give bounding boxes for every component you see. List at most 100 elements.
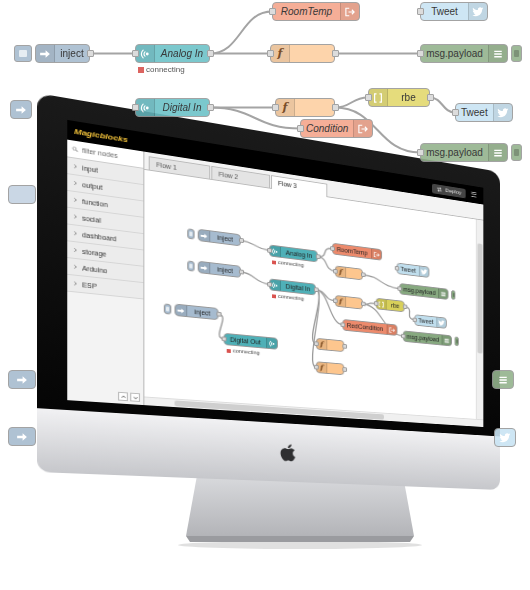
flow-node[interactable]: inject bbox=[198, 229, 241, 247]
output-port[interactable] bbox=[207, 50, 214, 57]
output-port[interactable] bbox=[402, 304, 406, 309]
flow-node[interactable]: Tweet bbox=[414, 314, 446, 329]
input-port[interactable] bbox=[267, 282, 272, 287]
flow-node[interactable]: f bbox=[335, 295, 363, 310]
output-port[interactable] bbox=[238, 269, 243, 274]
node-label: Tweet bbox=[421, 3, 468, 20]
inject-button[interactable] bbox=[164, 303, 171, 314]
debug-toggle-button[interactable] bbox=[511, 45, 522, 62]
expand-button[interactable] bbox=[130, 393, 140, 402]
input-port[interactable] bbox=[313, 341, 318, 346]
flow-node[interactable]: RoomTemp bbox=[272, 2, 360, 21]
output-port[interactable] bbox=[332, 50, 339, 57]
flow-node[interactable]: Tweet bbox=[397, 263, 430, 278]
output-port[interactable] bbox=[361, 272, 366, 277]
flow-node[interactable]: msg.payload bbox=[399, 283, 449, 300]
flow-node[interactable]: Analog Inconnecting bbox=[135, 44, 210, 63]
flow-node[interactable]: Tweet bbox=[420, 2, 488, 21]
flow-node[interactable]: msg.payload bbox=[403, 330, 452, 346]
node-stub[interactable] bbox=[10, 100, 32, 119]
flow-node[interactable]: Digital In bbox=[135, 98, 210, 117]
input-port[interactable] bbox=[132, 104, 139, 111]
input-port[interactable] bbox=[269, 8, 276, 15]
flow-node[interactable]: inject bbox=[175, 304, 219, 321]
flow-node[interactable]: RoomTemp bbox=[332, 243, 382, 261]
debug-toggle-button[interactable] bbox=[455, 337, 459, 347]
output-port[interactable] bbox=[87, 50, 94, 57]
node-stub[interactable] bbox=[492, 370, 514, 389]
input-port[interactable] bbox=[340, 322, 345, 327]
input-port[interactable] bbox=[417, 8, 424, 15]
flow-node[interactable]: Analog Inconnecting bbox=[269, 244, 318, 262]
flow-node[interactable]: msg.payload bbox=[420, 44, 508, 63]
flow-node[interactable]: inject bbox=[198, 261, 241, 278]
output-port[interactable] bbox=[216, 312, 221, 317]
node-stub[interactable] bbox=[8, 185, 36, 204]
input-port[interactable] bbox=[313, 365, 318, 370]
flow-node[interactable]: Digital Inconnecting bbox=[269, 278, 316, 295]
input-port[interactable] bbox=[412, 317, 416, 322]
flow-node[interactable]: inject bbox=[35, 44, 90, 63]
node-stub[interactable] bbox=[8, 427, 36, 446]
icon-part bbox=[201, 265, 208, 270]
flow-node[interactable]: f bbox=[275, 98, 335, 117]
chevron-up-icon bbox=[120, 393, 127, 399]
button-face bbox=[514, 50, 518, 57]
antenna-icon bbox=[136, 99, 155, 116]
collapse-button[interactable] bbox=[118, 392, 128, 401]
icon-part bbox=[438, 320, 444, 326]
inject-button[interactable] bbox=[14, 45, 32, 62]
input-port[interactable] bbox=[221, 336, 226, 341]
debug-toggle-button[interactable] bbox=[511, 144, 522, 161]
input-port[interactable] bbox=[267, 50, 274, 57]
input-port[interactable] bbox=[373, 301, 378, 306]
input-port[interactable] bbox=[397, 286, 401, 291]
output-port[interactable] bbox=[427, 94, 434, 101]
flow-node[interactable]: rbe bbox=[376, 298, 405, 313]
twitter-bird-icon-graphic bbox=[497, 107, 509, 119]
vertical-scrollbar[interactable] bbox=[476, 219, 484, 419]
scroll-thumb[interactable] bbox=[477, 244, 482, 354]
flow-node[interactable]: msg.payload bbox=[420, 143, 508, 162]
output-port[interactable] bbox=[342, 367, 347, 372]
flow-node[interactable]: RedCondition bbox=[342, 319, 397, 336]
flow-node[interactable]: f bbox=[270, 44, 335, 63]
flow-node[interactable]: Tweet bbox=[455, 103, 513, 122]
menu-button[interactable]: ☰ bbox=[469, 190, 478, 199]
flow-node[interactable]: f bbox=[335, 265, 363, 280]
input-port[interactable] bbox=[333, 298, 338, 303]
input-port[interactable] bbox=[401, 334, 405, 339]
input-port[interactable] bbox=[333, 269, 338, 274]
debug-toggle-button[interactable] bbox=[451, 290, 455, 300]
chevron-down-icon bbox=[132, 394, 139, 400]
output-port[interactable] bbox=[238, 238, 243, 243]
output-port[interactable] bbox=[361, 301, 366, 306]
output-port[interactable] bbox=[315, 254, 320, 259]
flow-node[interactable]: f bbox=[316, 361, 344, 375]
input-port[interactable] bbox=[417, 50, 424, 57]
flow-node[interactable]: f bbox=[316, 338, 344, 352]
inject-button[interactable] bbox=[187, 228, 194, 239]
flow-node[interactable]: Condition bbox=[300, 119, 373, 138]
output-port[interactable] bbox=[313, 287, 318, 292]
output-port[interactable] bbox=[342, 344, 347, 349]
category-label: storage bbox=[82, 247, 106, 257]
icon-part bbox=[201, 233, 208, 239]
input-port[interactable] bbox=[365, 94, 372, 101]
output-port[interactable] bbox=[332, 104, 339, 111]
deploy-button[interactable]: Deploy bbox=[432, 183, 465, 198]
input-port[interactable] bbox=[272, 104, 279, 111]
input-port[interactable] bbox=[132, 50, 139, 57]
input-port[interactable] bbox=[297, 125, 304, 132]
input-port[interactable] bbox=[267, 248, 272, 253]
input-port[interactable] bbox=[394, 266, 398, 271]
flow-node[interactable]: Digital Outconnecting bbox=[224, 333, 278, 350]
output-port[interactable] bbox=[207, 104, 214, 111]
node-stub[interactable] bbox=[8, 370, 36, 389]
input-port[interactable] bbox=[417, 149, 424, 156]
input-port[interactable] bbox=[452, 109, 459, 116]
input-port[interactable] bbox=[330, 246, 335, 251]
inject-button[interactable] bbox=[187, 260, 194, 271]
flow-node[interactable]: rbe bbox=[368, 88, 430, 107]
node-stub[interactable] bbox=[494, 428, 516, 447]
